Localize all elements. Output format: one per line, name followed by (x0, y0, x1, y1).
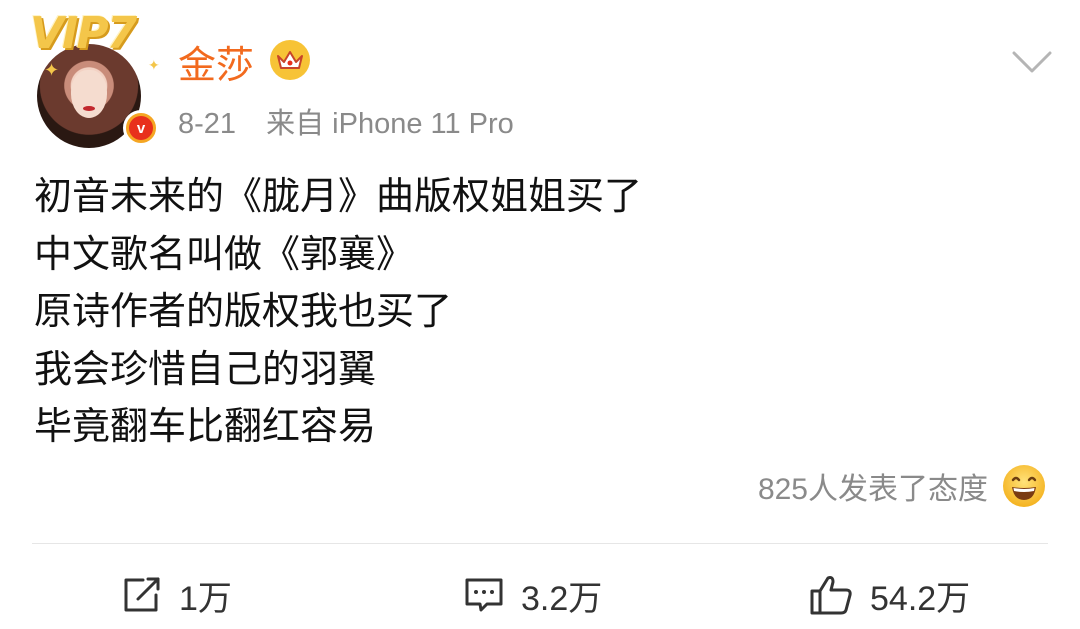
author-avatar-area[interactable]: VIP7 ✦ ✦ v (30, 8, 170, 148)
vip-badge: VIP7 (30, 8, 137, 59)
sparkle-icon: ✦ (148, 58, 160, 74)
content-line: 原诗作者的版权我也买了 (34, 289, 453, 333)
author-name[interactable]: 金莎 (178, 40, 254, 90)
crown-icon[interactable] (270, 40, 310, 80)
grinning-emoji-icon[interactable] (1000, 462, 1048, 510)
repost-button[interactable]: 1万 (121, 570, 232, 620)
verified-badge-icon: v (123, 110, 159, 146)
sparkle-icon: ✦ (44, 60, 60, 81)
post-date: 8-21 (178, 108, 237, 140)
verified-mark: v (129, 116, 153, 140)
post-content: 初音未来的《胧月》曲版权姐姐买了 中文歌名叫做《郭襄》 原诗作者的版权我也买了 … (34, 168, 642, 456)
content-line: 我会珍惜自己的羽翼 (34, 346, 377, 391)
comment-count: 3.2万 (521, 579, 603, 618)
content-line: 初音未来的《胧月》曲版权姐姐买了 (34, 174, 643, 218)
post-source: 来自 iPhone 11 Pro (266, 108, 514, 140)
divider (32, 543, 1048, 544)
repost-count: 1万 (179, 579, 232, 618)
chevron-down-icon[interactable] (1012, 50, 1052, 74)
like-button[interactable]: 54.2万 (808, 570, 970, 620)
post-meta: 8-21 来自 iPhone 11 Pro (178, 104, 514, 144)
comment-icon (465, 578, 503, 612)
repost-icon (124, 577, 160, 612)
comment-button[interactable]: 3.2万 (463, 570, 602, 620)
reactions-count-text: 825人发表了态度 (757, 473, 988, 506)
like-count: 54.2万 (870, 579, 971, 618)
like-icon (810, 576, 852, 615)
avatar-lips (83, 106, 95, 111)
content-line: 中文歌名叫做《郭襄》 (34, 231, 415, 276)
content-line: 毕竟翻车比翻红容易 (34, 404, 377, 448)
reactions-summary[interactable]: 825人发表了态度 (758, 462, 1048, 510)
